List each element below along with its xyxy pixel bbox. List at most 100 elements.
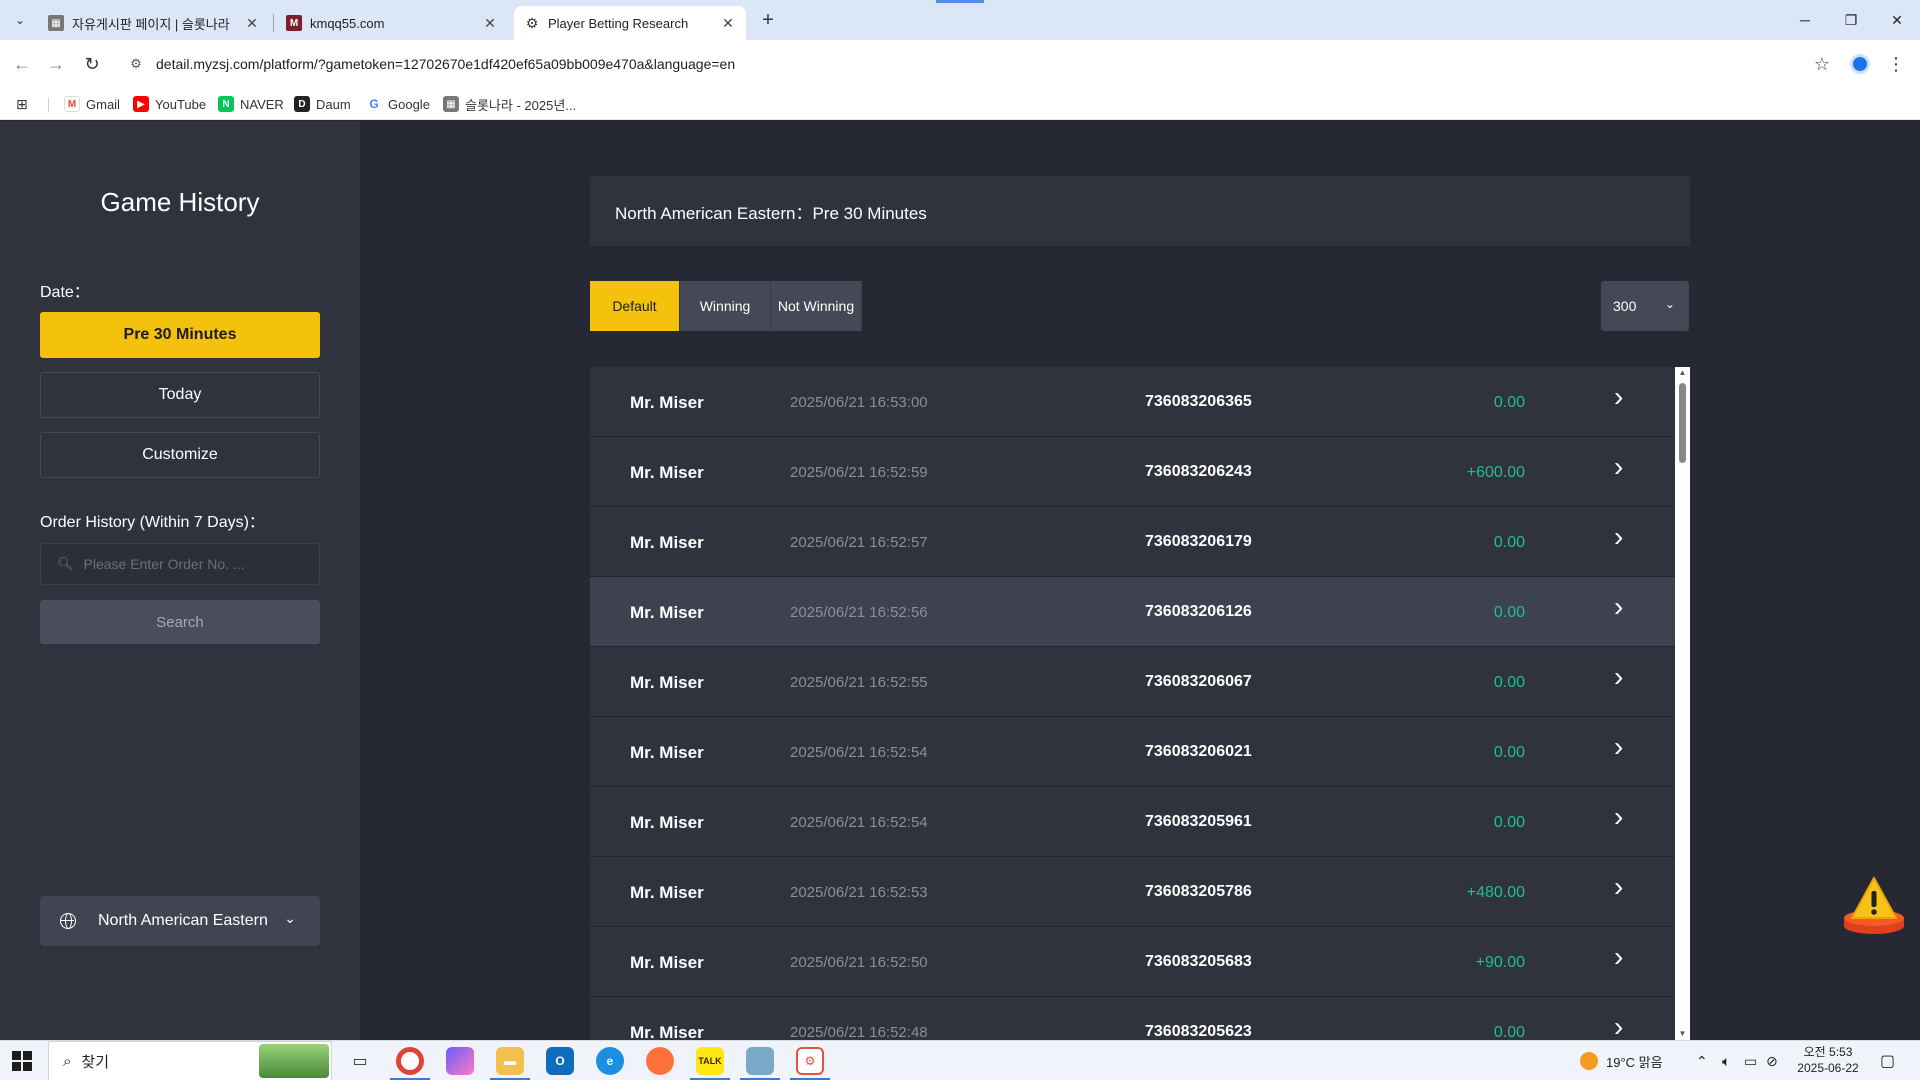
search-highlight-image [259,1044,329,1078]
taskbar-clock[interactable]: 오전 5:53 2025-06-22 [1792,1044,1864,1076]
scroll-down-icon[interactable]: ▼ [1675,1028,1690,1040]
chevron-right-icon[interactable]: › [1614,591,1623,623]
player-name: Mr. Miser [630,813,704,832]
filter-not-winning-button[interactable]: Not Winning [771,281,862,331]
chevron-right-icon[interactable]: › [1614,941,1623,973]
date-pre-30-minutes-button[interactable]: Pre 30 Minutes [40,312,320,358]
win-amount: +90.00 [1475,954,1525,971]
chevron-right-icon[interactable]: › [1614,801,1623,833]
bookmark-daum[interactable]: D Daum [294,95,351,113]
table-row[interactable]: Mr. Miser 2025/06/21 16:52:55 736083206067… [590,647,1675,717]
table-row[interactable]: Mr. Miser 2025/06/21 16:52:48 736083205623… [590,997,1675,1040]
windows-start-icon[interactable] [12,1051,32,1071]
order-number: 736083206126 [1145,603,1252,620]
bookmark-slotnara[interactable]: ▦ 슬롯나라 - 2025년... [443,95,576,113]
date-today-button[interactable]: Today [40,372,320,418]
order-search-field[interactable]: 🔍︎ [40,543,320,585]
forward-icon[interactable]: → [44,52,68,76]
order-number: 736083205623 [1145,1023,1252,1040]
search-icon: 🔍︎ [57,556,74,571]
order-number: 736083206067 [1145,673,1252,690]
filter-winning-button[interactable]: Winning [680,281,771,331]
bet-time: 2025/06/21 16:52:54 [790,744,928,761]
site-info-icon[interactable]: ⚙ [126,54,146,74]
edge-app-icon[interactable]: e [596,1047,624,1075]
clock-date: 2025-06-22 [1797,1061,1859,1075]
notepad-app-icon[interactable] [746,1047,774,1075]
search-button[interactable]: Search [40,600,320,644]
table-row[interactable]: Mr. Miser 2025/06/21 16:52:57 736083206179… [590,507,1675,577]
gear-app-icon[interactable]: ⚙ [796,1047,824,1075]
bookmark-gmail[interactable]: M Gmail [64,95,120,113]
new-tab-button[interactable]: + [756,8,780,32]
restore-icon[interactable]: ❐ [1828,0,1874,40]
bet-time: 2025/06/21 16:52:55 [790,674,928,691]
notification-icon[interactable]: ▢ [1880,1041,1895,1080]
order-number-input[interactable] [83,556,304,572]
tab-player-betting-research[interactable]: ⚙ Player Betting Research ✕ [514,6,746,40]
chevron-right-icon[interactable]: › [1614,731,1623,763]
tab-search-icon[interactable]: ⌄ [8,8,32,32]
timezone-select[interactable]: North American Eastern ⌄ [40,896,320,946]
tab-kmqq55[interactable]: M kmqq55.com ✕ [276,6,508,40]
chrome-app-icon[interactable] [396,1047,424,1075]
table-row[interactable]: Mr. Miser 2025/06/21 16:52:54 736083205961… [590,787,1675,857]
order-number: 736083205786 [1145,883,1252,900]
task-view-icon[interactable]: ▭ [346,1047,374,1075]
player-name: Mr. Miser [630,953,704,972]
weather-widget[interactable]: 19°C 맑음 [1580,1041,1663,1080]
clock-time: 오전 5:53 [1803,1045,1853,1059]
tab-close-icon[interactable]: ✕ [244,15,260,32]
address-bar[interactable]: ⚙ detail.myzsj.com/platform/?gametoken=1… [126,48,1834,80]
list-scrollbar[interactable]: ▲ ▼ [1675,367,1690,1040]
table-row[interactable]: Mr. Miser 2025/06/21 16:52:50 736083205683… [590,927,1675,997]
browser-menu-icon[interactable]: ⋮ [1886,52,1906,76]
file-explorer-icon[interactable]: ▬ [496,1047,524,1075]
timezone-label: North American Eastern [98,912,268,929]
tray-chevron-up-icon[interactable]: ⌃ [1696,1041,1708,1080]
bookmark-naver[interactable]: N NAVER [218,95,284,113]
chevron-right-icon[interactable]: › [1614,381,1623,413]
chevron-right-icon[interactable]: › [1614,871,1623,903]
firefox-app-icon[interactable] [646,1047,674,1075]
bookmark-google[interactable]: G Google [366,95,430,113]
taskbar-search-box[interactable]: ⌕ 찾기 [48,1041,332,1080]
chevron-right-icon[interactable]: › [1614,1011,1623,1040]
table-row[interactable]: Mr. Miser 2025/06/21 16:52:54 736083206021… [590,717,1675,787]
chevron-right-icon[interactable]: › [1614,661,1623,693]
scrollbar-thumb[interactable] [1679,383,1686,463]
chevron-right-icon[interactable]: › [1614,521,1623,553]
copilot-app-icon[interactable] [446,1047,474,1075]
table-row[interactable]: Mr. Miser 2025/06/21 16:52:53 736083205786… [590,857,1675,927]
no-connection-icon[interactable]: ⊘ [1766,1041,1778,1080]
date-customize-button[interactable]: Customize [40,432,320,478]
reload-icon[interactable]: ↻ [80,52,104,76]
bookmark-youtube[interactable]: ▶ YouTube [133,95,206,113]
chevron-right-icon[interactable]: › [1614,451,1623,483]
page-size-select[interactable]: 300 ⌄ [1601,281,1689,331]
profile-avatar[interactable] [1850,54,1870,74]
network-icon[interactable]: ▭ [1744,1041,1757,1080]
results-header: North American Eastern：Pre 30 Minutes [590,176,1690,246]
outlook-app-icon[interactable]: O [546,1047,574,1075]
player-name: Mr. Miser [630,393,704,412]
kmqq55-favicon-icon: M [286,15,302,31]
tab-close-icon[interactable]: ✕ [720,15,736,32]
window-close-icon[interactable]: ✕ [1874,0,1920,40]
scroll-up-icon[interactable]: ▲ [1675,367,1690,379]
table-row[interactable]: Mr. Miser 2025/06/21 16:52:59 736083206243… [590,437,1675,507]
volume-icon[interactable]: 🔈︎ [1722,1041,1730,1080]
back-icon[interactable]: ← [10,52,34,76]
apps-grid-icon[interactable]: ⊞ [16,96,32,112]
tab-close-icon[interactable]: ✕ [482,15,498,32]
table-row[interactable]: Mr. Miser 2025/06/21 16:53:00 736083206365… [590,367,1675,437]
table-row[interactable]: Mr. Miser 2025/06/21 16:52:56 736083206126… [590,577,1675,647]
bookmark-star-icon[interactable]: ☆ [1810,52,1834,76]
kakaotalk-app-icon[interactable]: TALK [696,1047,724,1075]
win-amount: +480.00 [1466,884,1525,901]
filter-default-button[interactable]: Default [590,281,680,331]
warning-float-icon[interactable] [1842,874,1906,936]
minimize-icon[interactable]: ─ [1782,0,1828,40]
tab-slotnara[interactable]: ▦ 자유게시판 페이지 | 슬롯나라 ✕ [38,6,270,40]
url-text[interactable]: detail.myzsj.com/platform/?gametoken=127… [156,56,735,72]
